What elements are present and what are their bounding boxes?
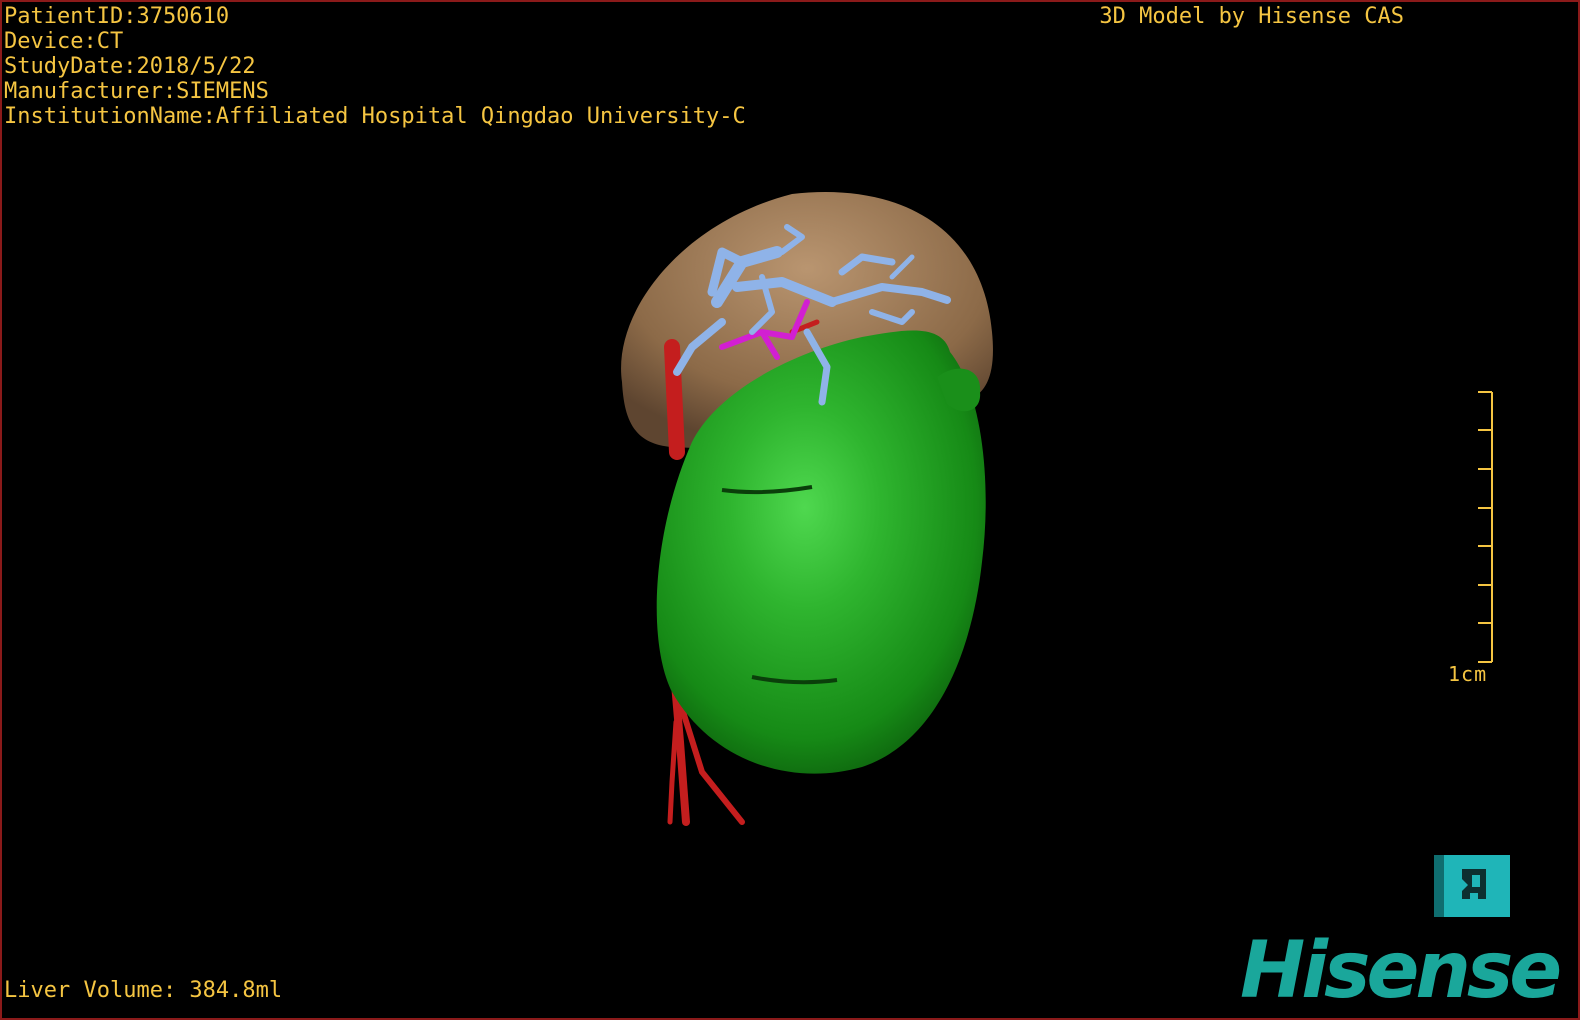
dicom-info-overlay: PatientID:3750610 Device:CT StudyDate:20… <box>4 4 746 129</box>
scale-bar <box>1468 390 1508 690</box>
patient-id-text: PatientID:3750610 <box>4 4 230 29</box>
button-shade <box>1434 855 1444 917</box>
scale-label: 1cm <box>1448 662 1488 686</box>
cas-app-icon <box>1462 869 1486 899</box>
hisense-logo: Hisense <box>1240 926 1562 1016</box>
viewer-frame: PatientID:3750610 Device:CT StudyDate:20… <box>0 0 1580 1020</box>
study-date-text: StudyDate:2018/5/22 <box>4 54 256 79</box>
3d-model-viewport[interactable] <box>562 182 1042 842</box>
manufacturer-text: Manufacturer:SIEMENS <box>4 79 269 104</box>
institution-text: InstitutionName:Affiliated Hospital Qing… <box>4 104 746 129</box>
liver-3d-render <box>621 191 993 826</box>
device-text: Device:CT <box>4 29 124 54</box>
cas-app-button[interactable] <box>1434 855 1510 917</box>
model-credit-text: 3D Model by Hisense CAS <box>1099 4 1404 29</box>
liver-volume-text: Liver Volume: 384.8ml <box>4 978 283 1003</box>
